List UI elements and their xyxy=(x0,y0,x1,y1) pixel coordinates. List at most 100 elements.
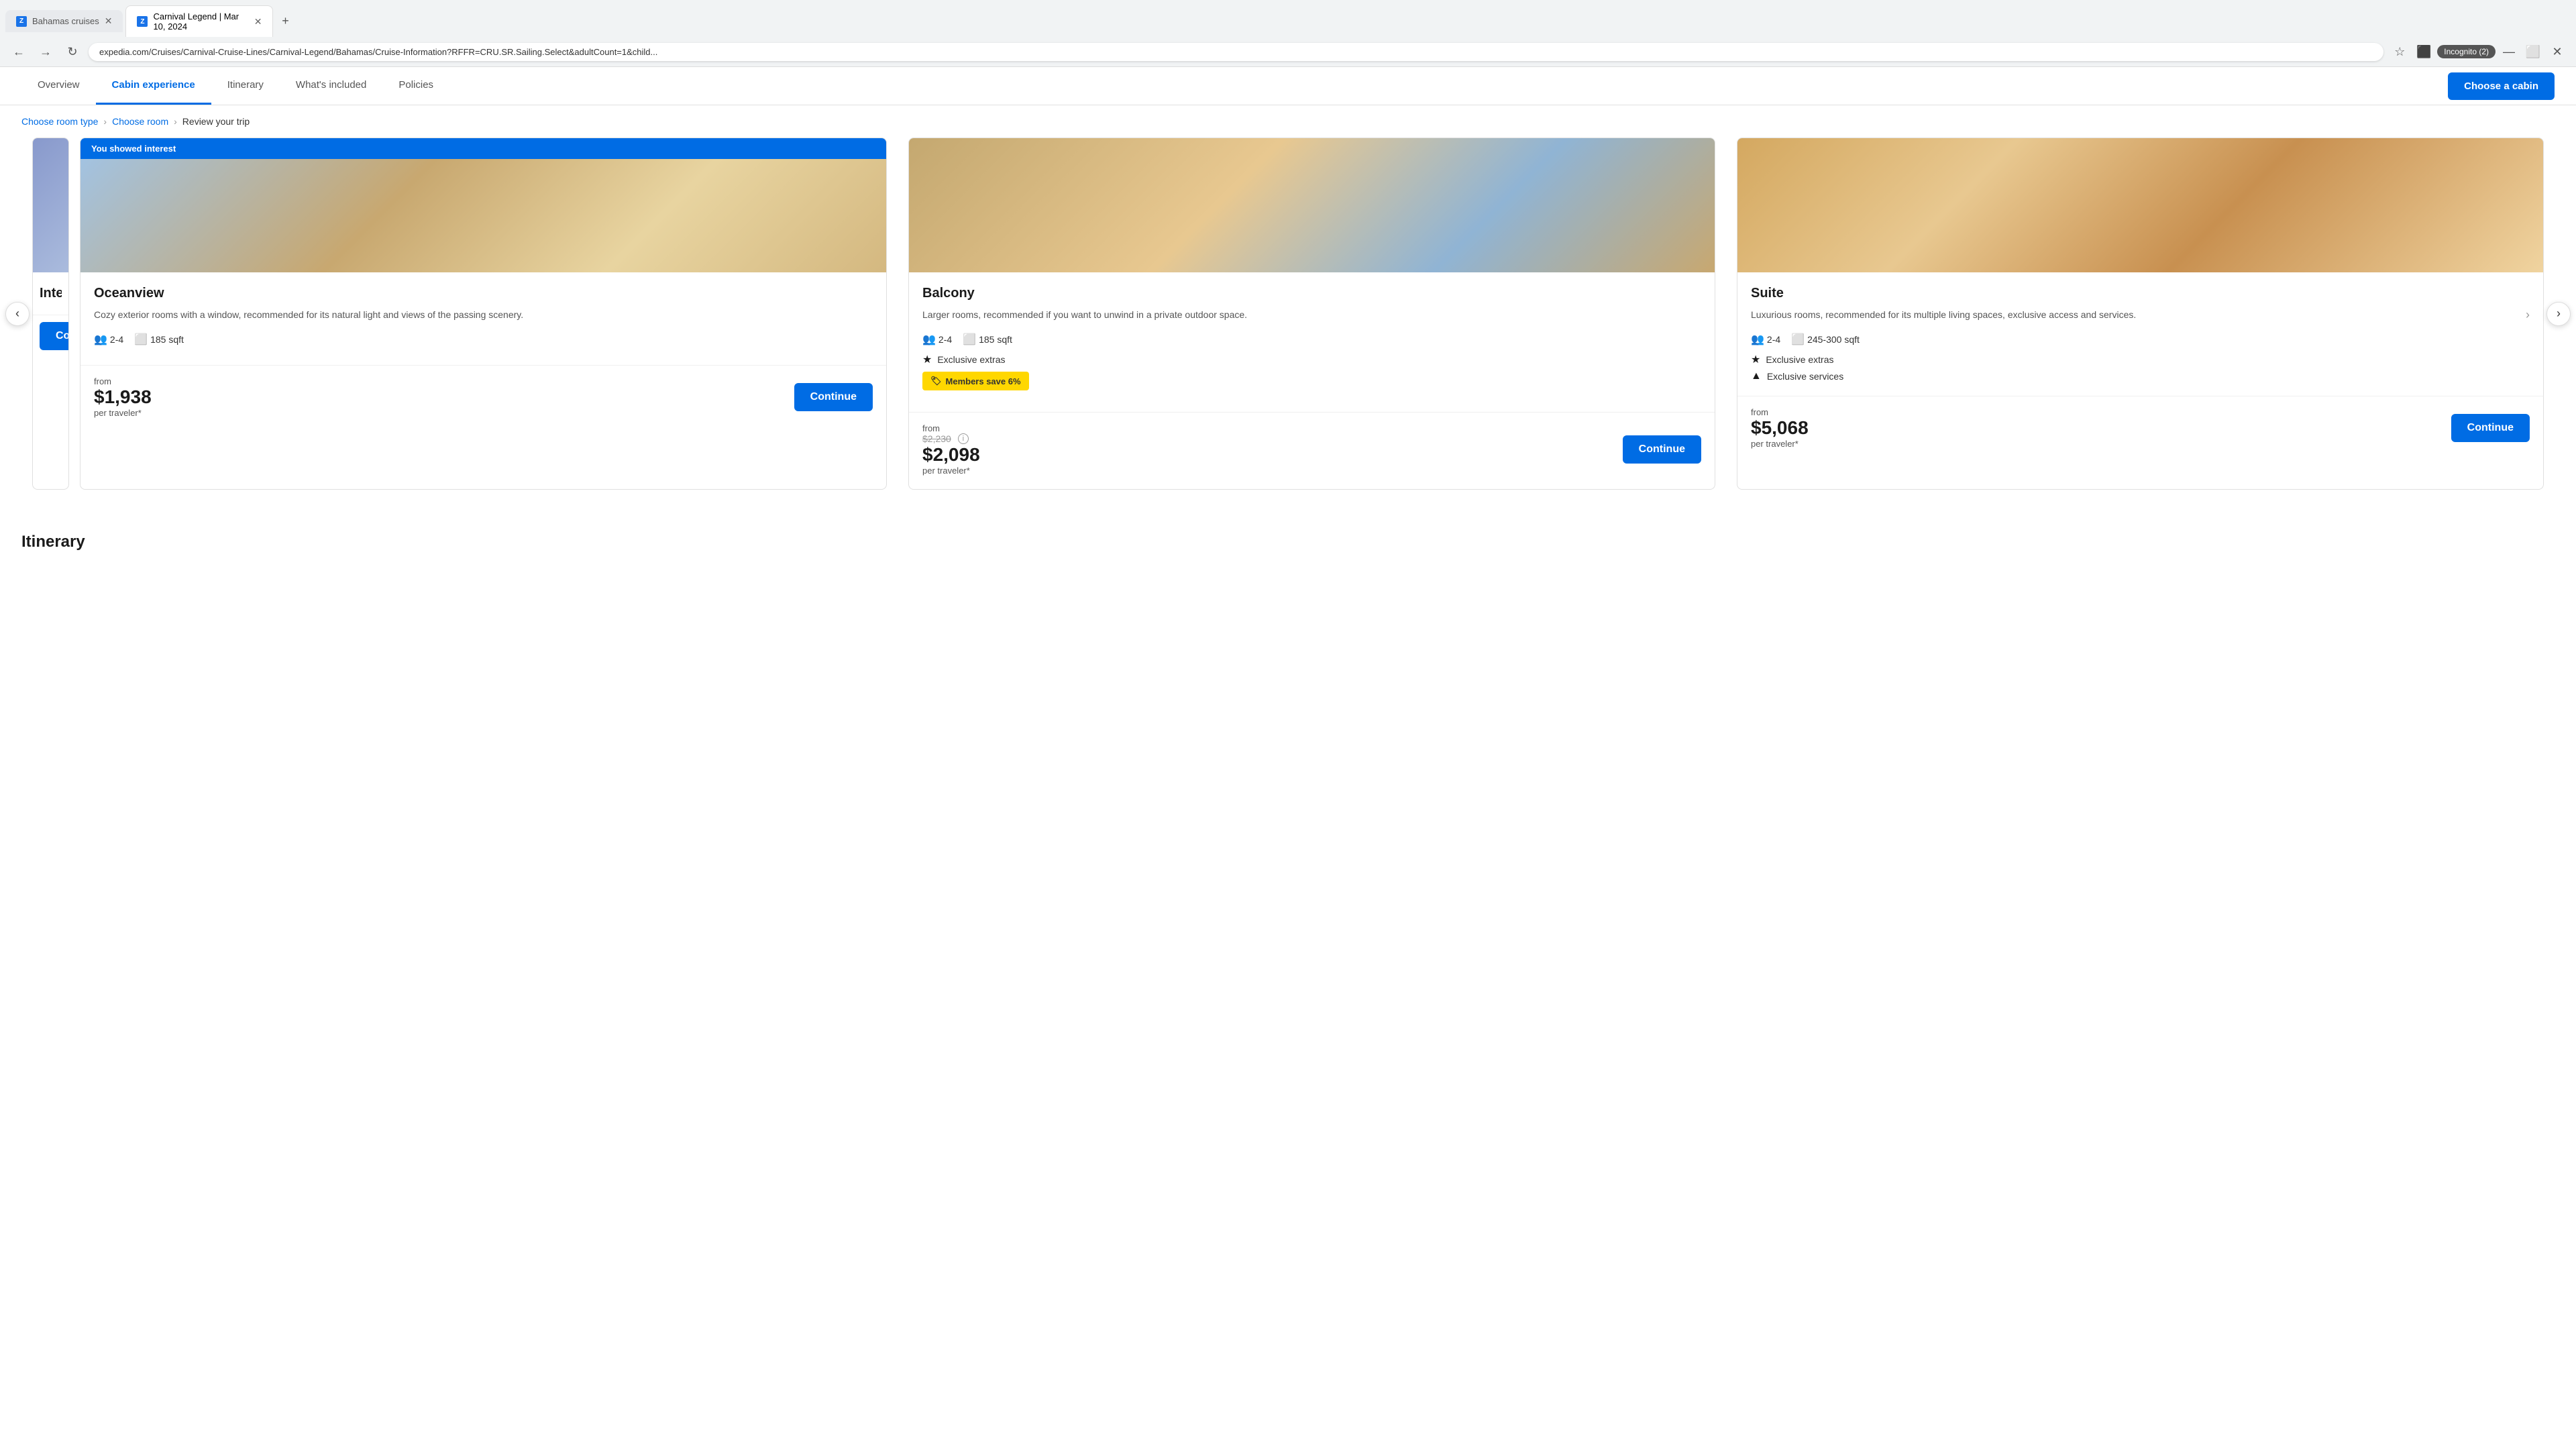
cabin-pricing-balcony: from $2,230 i $2,098 per traveler* Conti… xyxy=(909,412,1715,489)
cabin-specs-balcony: 👥 2-4 ⬜ 185 sqft xyxy=(922,333,1701,346)
toolbar-icons: ☆ ⬛ Incognito (2) — ⬜ ✕ xyxy=(2389,41,2568,62)
feature-exclusive-extras-balcony: ★ Exclusive extras xyxy=(922,353,1701,366)
capacity-value-balcony: 2-4 xyxy=(938,334,952,345)
price-main-oceanview: $1,938 xyxy=(94,386,152,408)
capacity-value-suite: 2-4 xyxy=(1767,334,1780,345)
cards-outer: ‹ Interior Continue You showed interest … xyxy=(0,138,2576,490)
continue-button-interior[interactable]: Continue xyxy=(40,322,69,350)
from-label-oceanview: from xyxy=(94,376,152,386)
info-icon-balcony[interactable]: i xyxy=(958,433,969,444)
members-icon-balcony: 🏷 xyxy=(930,376,942,386)
tab-label-1: Bahamas cruises xyxy=(32,16,99,26)
cabin-pricing-oceanview: from $1,938 per traveler* Continue xyxy=(80,365,886,431)
breadcrumb-choose-room-type[interactable]: Choose room type xyxy=(21,116,98,127)
sqft-value-suite: 245-300 sqft xyxy=(1807,334,1860,345)
price-original-balcony: $2,230 xyxy=(922,433,951,444)
extensions-button[interactable]: ⬛ xyxy=(2413,41,2434,62)
tab-whats-included[interactable]: What's included xyxy=(280,67,382,105)
members-label-balcony: Members save 6% xyxy=(946,376,1021,386)
star-icon-suite: ★ xyxy=(1751,353,1760,366)
close-window-button[interactable]: ✕ xyxy=(2546,41,2568,62)
cabin-card-balcony: Balcony Larger rooms, recommended if you… xyxy=(908,138,1715,490)
new-tab-button[interactable]: + xyxy=(276,12,294,31)
capacity-value-oceanview: 2-4 xyxy=(110,334,123,345)
price-info-oceanview: from $1,938 per traveler* xyxy=(94,376,152,418)
cabin-name-balcony: Balcony xyxy=(922,286,1701,301)
sqft-icon-suite: ⬜ xyxy=(1791,333,1805,346)
feature-label-extras-suite: Exclusive extras xyxy=(1766,354,1833,365)
minimize-button[interactable]: — xyxy=(2498,41,2520,62)
back-button[interactable]: ← xyxy=(8,41,30,62)
itinerary-section: Itinerary xyxy=(0,517,2576,568)
continue-button-oceanview[interactable]: Continue xyxy=(794,383,873,411)
cabin-desc-suite: Luxurious rooms, recommended for its mul… xyxy=(1751,308,2520,322)
forward-button[interactable]: → xyxy=(35,41,56,62)
star-icon-balcony: ★ xyxy=(922,353,932,366)
ship-icon-suite: ▲ xyxy=(1751,370,1762,382)
tab-favicon-2: Z xyxy=(137,16,148,27)
from-label-suite: from xyxy=(1751,407,1809,417)
expand-icon-suite[interactable]: › xyxy=(2526,308,2530,322)
cabin-specs-suite: 👥 2-4 ⬜ 245-300 sqft xyxy=(1751,333,2530,346)
page-nav: Overview Cabin experience Itinerary What… xyxy=(0,67,2576,105)
feature-label-services-suite: Exclusive services xyxy=(1767,371,1843,382)
price-per-suite: per traveler* xyxy=(1751,439,1809,449)
sqft-value-oceanview: 185 sqft xyxy=(150,334,184,345)
maximize-button[interactable]: ⬜ xyxy=(2522,41,2544,62)
people-icon-balcony: 👥 xyxy=(922,333,936,346)
cabin-features-suite: ★ Exclusive extras ▲ Exclusive services xyxy=(1751,353,2530,382)
address-bar-row: ← → ↻ ☆ ⬛ Incognito (2) — ⬜ ✕ xyxy=(0,37,2576,66)
address-input[interactable] xyxy=(89,43,2383,61)
price-per-oceanview: per traveler* xyxy=(94,408,152,418)
itinerary-title: Itinerary xyxy=(21,533,2555,551)
choose-cabin-button[interactable]: Choose a cabin xyxy=(2448,72,2555,100)
sqft-oceanview: ⬜ 185 sqft xyxy=(134,333,184,346)
tab-bar: Z Bahamas cruises ✕ Z Carnival Legend | … xyxy=(0,0,2576,37)
continue-button-suite[interactable]: Continue xyxy=(2451,414,2530,442)
bookmark-button[interactable]: ☆ xyxy=(2389,41,2410,62)
people-icon-oceanview: 👥 xyxy=(94,333,107,346)
tab-close-1[interactable]: ✕ xyxy=(105,15,113,27)
cabin-info-balcony: Balcony Larger rooms, recommended if you… xyxy=(909,272,1715,412)
cabin-name-oceanview: Oceanview xyxy=(94,286,873,301)
tab-close-2[interactable]: ✕ xyxy=(254,16,262,28)
cabin-image-balcony xyxy=(909,138,1715,272)
partial-card: Interior Continue xyxy=(32,138,69,490)
scroll-right-button[interactable]: › xyxy=(2546,302,2571,326)
browser-chrome: Z Bahamas cruises ✕ Z Carnival Legend | … xyxy=(0,0,2576,67)
breadcrumb-sep-2: › xyxy=(174,116,177,127)
cards-section: ‹ Interior Continue You showed interest … xyxy=(0,138,2576,517)
tab-label-2: Carnival Legend | Mar 10, 2024 xyxy=(153,11,248,32)
breadcrumb-review-trip: Review your trip xyxy=(182,116,250,127)
sqft-value-balcony: 185 sqft xyxy=(979,334,1012,345)
tab-carnival[interactable]: Z Carnival Legend | Mar 10, 2024 ✕ xyxy=(125,5,273,37)
nav-tabs: Overview Cabin experience Itinerary What… xyxy=(21,67,449,105)
price-per-balcony: per traveler* xyxy=(922,466,980,476)
capacity-balcony: 👥 2-4 xyxy=(922,333,952,346)
cabin-name-suite: Suite xyxy=(1751,286,2530,301)
feature-exclusive-services-suite: ▲ Exclusive services xyxy=(1751,370,2530,382)
people-icon-suite: 👥 xyxy=(1751,333,1764,346)
sqft-balcony: ⬜ 185 sqft xyxy=(963,333,1012,346)
capacity-oceanview: 👥 2-4 xyxy=(94,333,123,346)
price-info-suite: from $5,068 per traveler* xyxy=(1751,407,1809,449)
price-main-suite: $5,068 xyxy=(1751,417,1809,439)
cabin-pricing-suite: from $5,068 per traveler* Continue xyxy=(1737,396,2543,462)
sqft-icon-balcony: ⬜ xyxy=(963,333,976,346)
continue-button-balcony[interactable]: Continue xyxy=(1623,435,1701,464)
cabin-features-balcony: ★ Exclusive extras xyxy=(922,353,1701,366)
breadcrumb-choose-room[interactable]: Choose room xyxy=(112,116,168,127)
scroll-left-button[interactable]: ‹ xyxy=(5,302,30,326)
tab-itinerary[interactable]: Itinerary xyxy=(211,67,280,105)
tab-favicon-1: Z xyxy=(16,16,27,27)
feature-exclusive-extras-suite: ★ Exclusive extras xyxy=(1751,353,2530,366)
tab-policies[interactable]: Policies xyxy=(382,67,449,105)
breadcrumb: Choose room type › Choose room › Review … xyxy=(0,105,2576,138)
cabin-card-suite: Suite Luxurious rooms, recommended for i… xyxy=(1737,138,2544,490)
cabin-info-suite: Suite Luxurious rooms, recommended for i… xyxy=(1737,272,2543,396)
tab-cabin-experience[interactable]: Cabin experience xyxy=(96,67,211,105)
tab-overview[interactable]: Overview xyxy=(21,67,96,105)
tab-bahamas[interactable]: Z Bahamas cruises ✕ xyxy=(5,10,123,32)
reload-button[interactable]: ↻ xyxy=(62,41,83,62)
incognito-badge: Incognito (2) xyxy=(2437,45,2496,58)
